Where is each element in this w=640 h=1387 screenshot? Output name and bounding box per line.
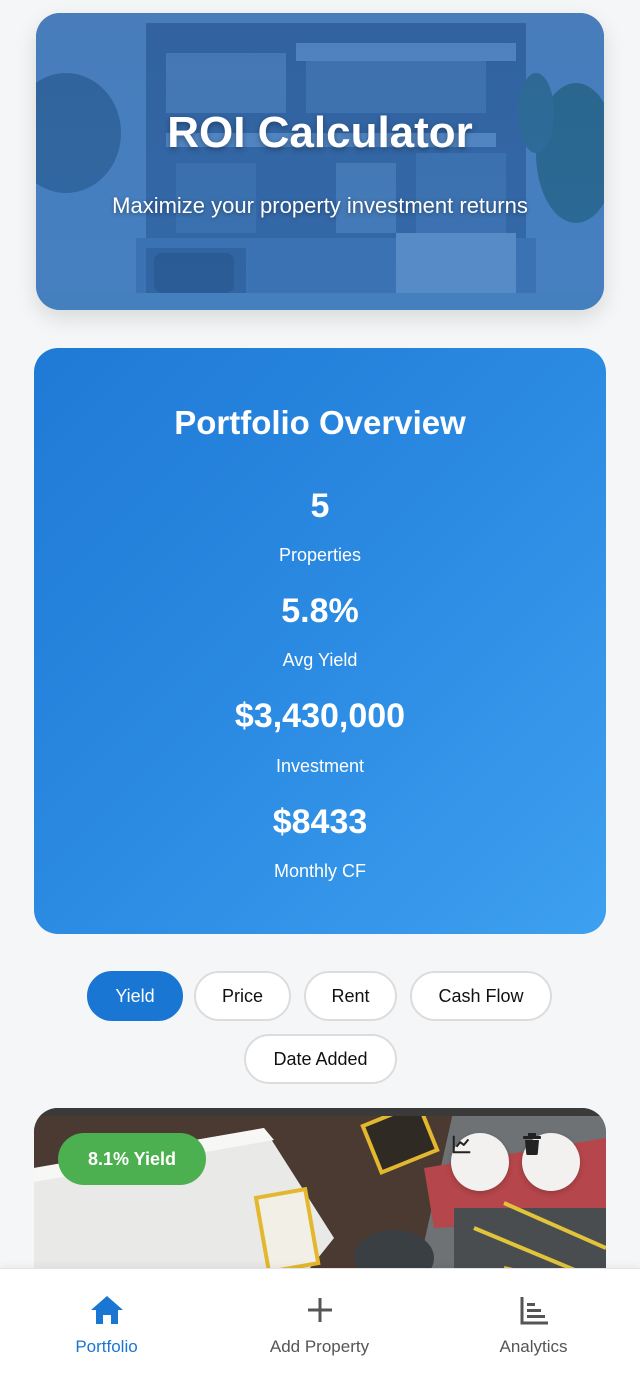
stat-value-monthly-cf: $8433: [272, 803, 368, 841]
stat-label-monthly-cf: Monthly CF: [273, 861, 367, 881]
sort-chip-cash-flow[interactable]: Cash Flow: [410, 971, 552, 1021]
stat-label-investment: Investment: [275, 756, 365, 776]
nav-label-portfolio: Portfolio: [75, 1337, 138, 1356]
line-chart-icon: [452, 1135, 471, 1154]
stat-value-avg-yield: 5.8%: [281, 592, 359, 630]
hero-banner: [36, 13, 604, 310]
nav-label-analytics: Analytics: [499, 1337, 568, 1356]
overview-title: Portfolio Overview: [174, 404, 466, 441]
plus-icon: [307, 1298, 332, 1322]
nav-item-add-property[interactable]: Add Property: [213, 1269, 426, 1387]
nav-label-add-property: Add Property: [269, 1337, 370, 1356]
nav-item-portfolio[interactable]: Portfolio: [0, 1269, 213, 1387]
home-icon: [90, 1296, 123, 1324]
sort-chip-date-added[interactable]: Date Added: [244, 1034, 397, 1084]
stat-value-properties: 5: [310, 487, 330, 525]
property-delete-button[interactable]: [522, 1133, 580, 1191]
bottom-nav: Portfolio Add Property Analytics: [0, 1268, 640, 1387]
hero-subtitle: Maximize your property investment return…: [112, 193, 528, 218]
stat-value-investment: $3,430,000: [234, 697, 406, 735]
hero-title: ROI Calculator: [167, 108, 473, 157]
nav-item-analytics[interactable]: Analytics: [427, 1269, 640, 1387]
stat-label-avg-yield: Avg Yield: [282, 650, 358, 670]
hero-overlay: [36, 13, 604, 310]
yield-badge: 8.1% Yield: [58, 1133, 206, 1185]
trash-icon: [523, 1133, 541, 1155]
property-card[interactable]: 8.1% Yield: [34, 1108, 606, 1288]
property-analytics-button[interactable]: [451, 1133, 509, 1191]
sort-chip-yield[interactable]: Yield: [87, 971, 183, 1021]
sort-chip-price[interactable]: Price: [194, 971, 291, 1021]
bar-chart-icon: [520, 1297, 548, 1325]
stat-label-properties: Properties: [278, 545, 362, 565]
sort-chip-rent[interactable]: Rent: [304, 971, 397, 1021]
